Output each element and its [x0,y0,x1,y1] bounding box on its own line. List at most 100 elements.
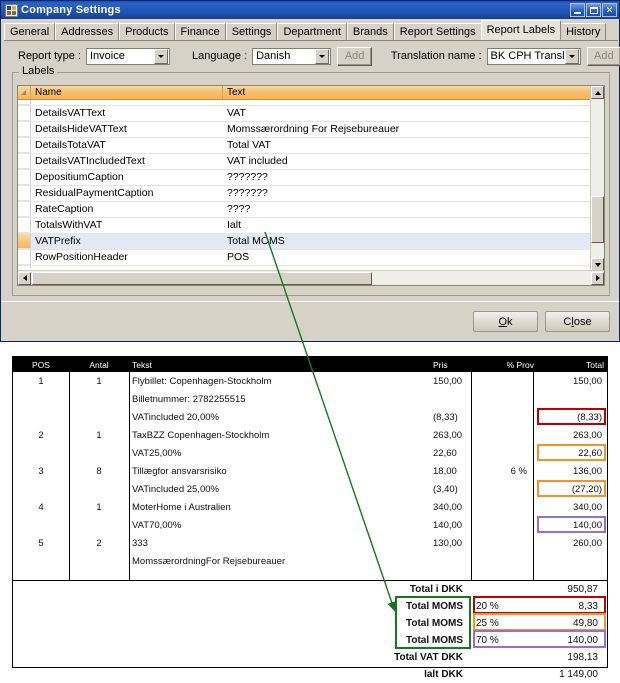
line-pos: 3 [38,465,44,477]
line-pris: (8,33) [433,411,458,423]
cell-name[interactable]: DetailsHideVATText [31,122,223,137]
report-type-value: Invoice [89,50,125,62]
cell-text[interactable]: Ialt [223,218,604,233]
row-header-selected[interactable] [18,234,31,249]
row-header[interactable] [18,122,31,137]
cell-name[interactable]: RowPositionHeader [31,250,223,265]
table-row[interactable]: TotalsWithVAT Ialt [18,218,604,234]
chevron-down-icon[interactable] [564,48,579,64]
cell-text[interactable]: FAKTURA [223,266,604,268]
scroll-right-icon[interactable] [591,271,604,285]
invoice-line: VAT70,00% 140,00 140,00 [13,516,607,534]
tab-settings[interactable]: Settings [225,23,278,40]
language-label: Language : [192,50,248,62]
translation-name-label: Translation name : [390,50,482,62]
line-antal: 1 [96,375,102,387]
chevron-down-icon[interactable] [154,48,169,64]
cell-text[interactable]: Total MOMS [223,234,604,249]
row-header[interactable] [18,170,31,185]
line-tekst: Tillægfor ansvarsrisiko [132,465,227,477]
scroll-left-icon[interactable] [18,271,31,285]
row-header[interactable] [18,154,31,169]
cell-text[interactable]: POS [223,250,604,265]
cell-text[interactable]: VAT included [223,154,604,169]
row-header[interactable] [18,250,31,265]
line-pris: 263,00 [433,429,463,441]
row-header[interactable] [18,218,31,233]
language-select[interactable]: Danish [252,47,332,65]
tab-addresses[interactable]: Addresses [55,23,120,40]
table-row[interactable]: DetailsTotaVAT Total VAT [18,138,604,154]
close-button[interactable]: ✕ [602,3,617,17]
grid-horizontal-scrollbar[interactable] [18,270,604,285]
app-icon [5,3,18,17]
totals-label: Ialt DKK [424,669,463,680]
cell-text[interactable]: ??????? [223,186,604,201]
cell-name[interactable]: DetailsVATText [31,106,223,121]
labels-grid[interactable]: Name Text DetailsVATText VAT DetailsHide… [17,85,605,286]
horizontal-scroll-thumb[interactable] [32,271,372,285]
line-antal: 1 [96,501,102,513]
report-type-select[interactable]: Invoice [85,47,171,65]
cell-name[interactable]: RateCaption [31,202,223,217]
scroll-up-icon[interactable] [591,86,604,99]
table-row[interactable]: DetailsHideVATText Momssærordning For Re… [18,122,604,138]
cell-name[interactable]: DetailsTotaVAT [31,138,223,153]
tab-history[interactable]: History [560,23,607,40]
add-language-button[interactable]: Add [337,46,372,66]
cell-name[interactable]: VATPrefix [31,234,223,249]
vertical-scroll-thumb[interactable] [591,196,604,243]
cell-text[interactable]: ??????? [223,170,604,185]
grid-select-all-corner[interactable] [18,86,31,99]
translation-name-value: BK CPH Translation [490,50,565,62]
chevron-down-icon[interactable] [315,48,330,64]
cell-name[interactable]: PageHeaderMain [31,266,223,268]
tab-general[interactable]: General [4,23,56,40]
cell-name[interactable]: ResidualPaymentCaption [31,186,223,201]
row-header[interactable] [18,266,31,268]
row-header[interactable] [18,100,31,105]
column-header-text[interactable]: Text [223,86,604,99]
tab-department[interactable]: Department [277,23,347,40]
column-header-name[interactable]: Name [31,86,223,99]
row-header[interactable] [18,186,31,201]
table-row[interactable]: DepositiumCaption ??????? [18,170,604,186]
table-row[interactable]: RowPositionHeader POS [18,250,604,266]
totals-value: 1 149,00 [559,669,598,680]
cell-text[interactable]: VAT [223,106,604,121]
table-row[interactable]: DetailsVATText VAT [18,106,604,122]
row-header[interactable] [18,202,31,217]
invoice-preview: POS Antal Tekst Pris % Prov Total 1 1 Fl… [12,356,608,680]
line-tekst: Billetnummer: 2782255515 [132,393,246,405]
minimize-button[interactable] [570,3,585,17]
table-row[interactable]: RateCaption ???? [18,202,604,218]
line-tekst: TaxBZZ Copenhagen-Stockholm [132,429,270,441]
report-filter-toolbar: Report type : Invoice Language : Danish … [1,42,620,70]
tab-finance[interactable]: Finance [174,23,226,40]
tab-products[interactable]: Products [119,23,175,40]
cell-name[interactable]: TotalsWithVAT [31,218,223,233]
grid-vertical-scrollbar[interactable] [590,86,604,271]
tab-report-labels[interactable]: Report Labels [480,20,562,40]
maximize-button[interactable] [586,3,601,17]
row-header[interactable] [18,106,31,121]
add-translation-button[interactable]: Add [586,46,620,66]
tab-brands[interactable]: Brands [346,23,394,40]
table-row[interactable]: ResidualPaymentCaption ??????? [18,186,604,202]
line-tekst: VAT25,00% [132,447,182,459]
ok-button[interactable]: Ok [473,311,538,332]
cell-text[interactable]: Momssærordning For Rejsebureauer [223,122,604,137]
table-row[interactable]: DetailsVATIncludedText VAT included [18,154,604,170]
cell-name[interactable]: DepositiumCaption [31,170,223,185]
tab-report-settings[interactable]: Report Settings [393,23,482,40]
translation-name-select[interactable]: BK CPH Translation [486,47,581,65]
cell-text[interactable]: ???? [223,202,604,217]
cell-name[interactable]: DetailsVATIncludedText [31,154,223,169]
row-header[interactable] [18,138,31,153]
table-row[interactable]: PageHeaderMain FAKTURA [18,266,604,268]
table-row-selected[interactable]: VATPrefix Total MOMS [18,234,604,250]
close-dialog-button[interactable]: Cl ose [545,311,610,332]
cell-text[interactable]: Total VAT [223,138,604,153]
line-total: 136,00 [572,465,602,477]
title-bar[interactable]: Company Settings ✕ [1,1,619,19]
